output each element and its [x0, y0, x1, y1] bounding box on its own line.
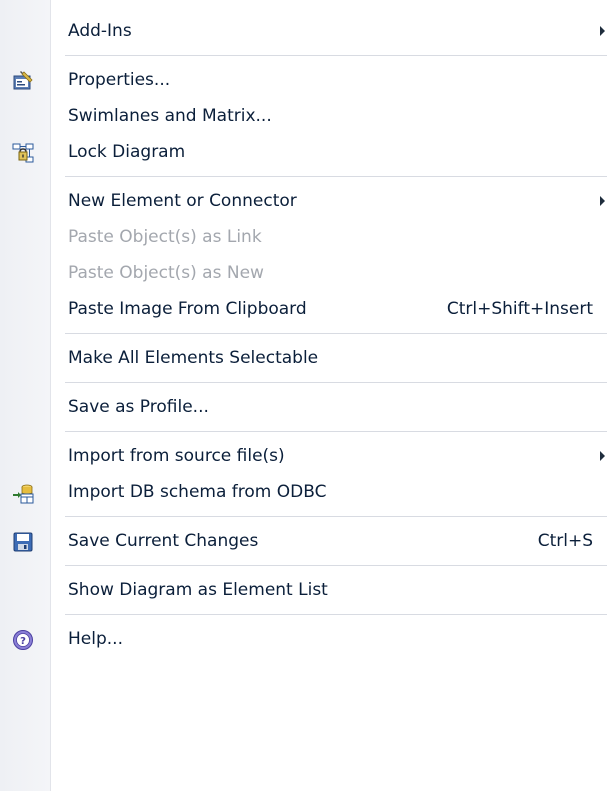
menu-item-help[interactable]: ? Help... [0, 621, 607, 657]
menu-item-swimlanes-and-matrix[interactable]: Swimlanes and Matrix... [0, 98, 607, 134]
menu-item-import-from-source-files[interactable]: Import from source file(s) [0, 438, 607, 474]
menu-separator [0, 425, 607, 438]
menu-separator [0, 49, 607, 62]
menu-separator [0, 327, 607, 340]
menu-item-label: Show Diagram as Element List [68, 580, 328, 600]
menu-item-paste-as-link[interactable]: Paste Object(s) as Link [0, 219, 607, 255]
menu-item-label: Swimlanes and Matrix... [68, 106, 272, 126]
menu-item-label: Paste Object(s) as New [68, 263, 264, 283]
menu-separator [0, 608, 607, 621]
menu-item-paste-as-new[interactable]: Paste Object(s) as New [0, 255, 607, 291]
properties-icon [12, 69, 34, 91]
menu-item-label: Import DB schema from ODBC [68, 482, 327, 502]
menu-item-paste-image-from-clipboard[interactable]: Paste Image From Clipboard Ctrl+Shift+In… [0, 291, 607, 327]
menu-separator [0, 510, 607, 523]
menu-item-label: Lock Diagram [68, 142, 186, 162]
menu-item-properties[interactable]: Properties... [0, 62, 607, 98]
menu-item-import-db-schema[interactable]: Import DB schema from ODBC [0, 474, 607, 510]
menu-item-label: Paste Object(s) as Link [68, 227, 262, 247]
menu-item-label: Import from source file(s) [68, 446, 285, 466]
menu-items: Add-Ins Properties... Swimlanes and Matr… [0, 0, 607, 657]
menu-item-label: Properties... [68, 70, 171, 90]
submenu-arrow-icon [600, 451, 605, 461]
menu-item-label: Paste Image From Clipboard [68, 299, 307, 319]
menu-item-save-current-changes[interactable]: Save Current Changes Ctrl+S [0, 523, 607, 559]
help-icon: ? [12, 628, 34, 650]
svg-text:?: ? [20, 636, 26, 647]
menu-item-add-ins[interactable]: Add-Ins [0, 13, 607, 49]
menu-item-label: New Element or Connector [68, 191, 297, 211]
menu-item-shortcut: Ctrl+S [537, 531, 593, 551]
save-icon [12, 530, 34, 552]
menu-item-label: Save Current Changes [68, 531, 259, 551]
submenu-arrow-icon [600, 26, 605, 36]
menu-item-new-element-or-connector[interactable]: New Element or Connector [0, 183, 607, 219]
menu-item-label: Save as Profile... [68, 397, 209, 417]
menu-item-save-as-profile[interactable]: Save as Profile... [0, 389, 607, 425]
menu-separator [0, 559, 607, 572]
submenu-arrow-icon [600, 196, 605, 206]
menu-item-lock-diagram[interactable]: Lock Diagram [0, 134, 607, 170]
menu-separator [0, 376, 607, 389]
menu-item-shortcut: Ctrl+Shift+Insert [446, 299, 593, 319]
context-menu: Add-Ins Properties... Swimlanes and Matr… [0, 0, 607, 791]
import-db-icon [12, 481, 34, 504]
menu-item-label: Help... [68, 629, 123, 649]
menu-item-label: Add-Ins [68, 21, 132, 41]
menu-item-label: Make All Elements Selectable [68, 348, 319, 368]
menu-separator [0, 170, 607, 183]
menu-item-make-all-elements-selectable[interactable]: Make All Elements Selectable [0, 340, 607, 376]
lock-diagram-icon [12, 141, 34, 163]
menu-item-show-diagram-as-element-list[interactable]: Show Diagram as Element List [0, 572, 607, 608]
